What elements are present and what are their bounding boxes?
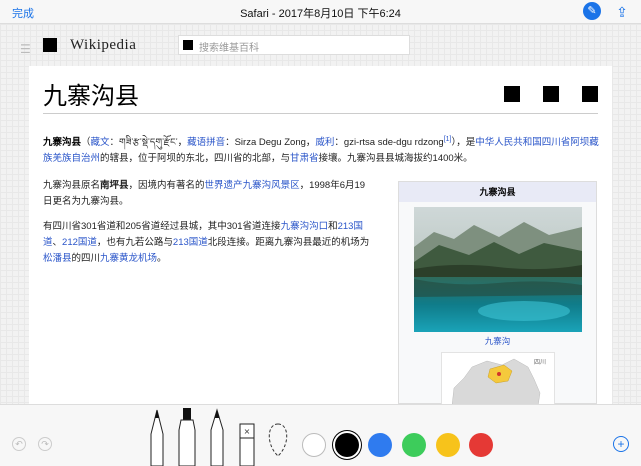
watch-icon[interactable] (543, 86, 559, 102)
para-text: ，因境内有著名的 (128, 180, 205, 191)
history-paragraph: 九寨沟县原名南坪县，因境内有著名的世界遗产九寨沟风景区，1998年6月19日更名… (43, 178, 373, 210)
color-green-swatch[interactable] (402, 433, 426, 457)
article-page: 九寨沟县 九寨沟县（藏文：གཟི་རྩ་སྡེ་དགུ་རྫོང་，藏语拼音：S… (29, 66, 612, 405)
para-text: ，也有九若公路与 (96, 237, 173, 248)
search-input[interactable]: 搜索维基百科 (178, 35, 410, 55)
lead-bold-title: 九寨沟县 (43, 137, 82, 149)
search-placeholder: 搜索维基百科 (199, 43, 259, 54)
color-white-swatch[interactable] (302, 433, 326, 457)
search-icon (183, 40, 193, 50)
songpan-link[interactable]: 松潘县 (43, 253, 72, 264)
para-text: 和 (328, 221, 338, 232)
edit-icon[interactable] (582, 86, 598, 102)
lead-text: ：Sirza Degu Zong， (225, 137, 316, 149)
lead-text: 的辖县，位于阿坝的东北，四川省的北部，与 (100, 153, 291, 165)
lead-text: ：གཟི་རྩ་སྡེ་དགུ་རྫོང་， (109, 137, 188, 149)
color-black-swatch[interactable] (335, 433, 359, 457)
marker-tool-icon[interactable] (177, 406, 197, 466)
redo-icon[interactable]: ↷ (38, 437, 52, 451)
lead-text: ：gzi-rtsa sde-dgu rdzong (334, 137, 444, 149)
language-icon[interactable] (504, 86, 520, 102)
gansu-link[interactable]: 甘肃省 (290, 153, 319, 164)
pen-tool-icon[interactable] (148, 408, 166, 466)
undo-icon[interactable]: ↶ (12, 437, 26, 451)
infobox: 九寨沟县 九寨沟 四川 (398, 181, 597, 405)
svg-text:×: × (244, 427, 251, 436)
wiki-wordmark[interactable]: Wikipedia (70, 37, 136, 54)
infobox-title: 九寨沟县 (399, 182, 596, 202)
pen-icon[interactable]: ✎ (583, 2, 601, 20)
jiuzhaigou-kou-link[interactable]: 九寨沟沟口 (281, 221, 329, 232)
lead-text: （ (81, 137, 91, 149)
wiki-logo-icon[interactable] (43, 38, 57, 52)
transport-paragraph: 有四川省301省道和205省道经过县城，其中301省道连接九寨沟沟口和 213国道… (43, 219, 373, 267)
color-yellow-swatch[interactable] (436, 433, 460, 457)
color-blue-swatch[interactable] (368, 433, 392, 457)
lead-text: ），是 (451, 137, 476, 149)
lead-paragraph: 九寨沟县（藏文：གཟི་རྩ་སྡེ་དགུ་རྫོང་，藏语拼音：Sirza … (43, 132, 599, 167)
para-text: 九寨沟县原名 (43, 180, 101, 191)
add-icon[interactable]: + (613, 436, 629, 452)
lasso-tool-icon[interactable] (266, 420, 290, 466)
para-text: 有四川省301省道和205省道经过县城，其中301省道连接 (43, 221, 281, 232)
lake-photo[interactable] (414, 207, 582, 332)
nanping-bold: 南坪县 (100, 180, 129, 191)
map-label: 四川 (534, 360, 547, 366)
para-text: 的四川 (71, 253, 101, 264)
photo-caption[interactable]: 九寨沟 (399, 335, 596, 347)
footnote-link[interactable]: [1] (444, 136, 452, 143)
wiki-header: ☰ Wikipedia 搜索维基百科 (0, 34, 641, 62)
eraser-tool-icon[interactable]: × (238, 422, 256, 466)
wylie-link[interactable]: 威利 (315, 137, 334, 148)
color-red-swatch[interactable] (469, 433, 493, 457)
top-bar: 完成 Safari - 2017年8月10日 下午6:24 ✎ ⇪ (0, 0, 641, 24)
jiuzhaigou-scenic-link[interactable]: 九寨沟风景区 (243, 180, 300, 191)
lead-text: 接壤。九寨沟县县城海拔约1400米。 (318, 153, 473, 165)
location-map[interactable]: 四川 (441, 352, 555, 405)
page-title: 九寨沟县 (43, 82, 139, 110)
airport-link[interactable]: 九寨黄龙机场 (100, 253, 157, 264)
window-title: Safari - 2017年8月10日 下午6:24 (240, 8, 401, 20)
g212-link[interactable]: 212国道 (62, 237, 97, 248)
pencil-tool-icon[interactable] (208, 408, 226, 466)
markup-canvas[interactable]: ☰ Wikipedia 搜索维基百科 九寨沟县 九寨沟县（藏文：གཟི་རྩ་ས… (0, 24, 641, 405)
para-text: 、 (52, 237, 63, 248)
g213b-link[interactable]: 213国道 (173, 237, 208, 248)
share-icon[interactable]: ⇪ (613, 3, 631, 21)
tibetan-link[interactable]: 藏文 (91, 137, 110, 148)
para-text: 北段连接。距离九寨沟县最近的机场为 (207, 237, 370, 248)
para-text: 。 (157, 253, 167, 264)
markup-toolbar: ↶ ↷ × + (0, 404, 641, 466)
pinyin-link[interactable]: 藏语拼音 (187, 137, 225, 148)
heritage-link[interactable]: 世界遗产 (205, 180, 243, 191)
title-divider (43, 113, 598, 114)
menu-icon[interactable]: ☰ (20, 42, 31, 56)
